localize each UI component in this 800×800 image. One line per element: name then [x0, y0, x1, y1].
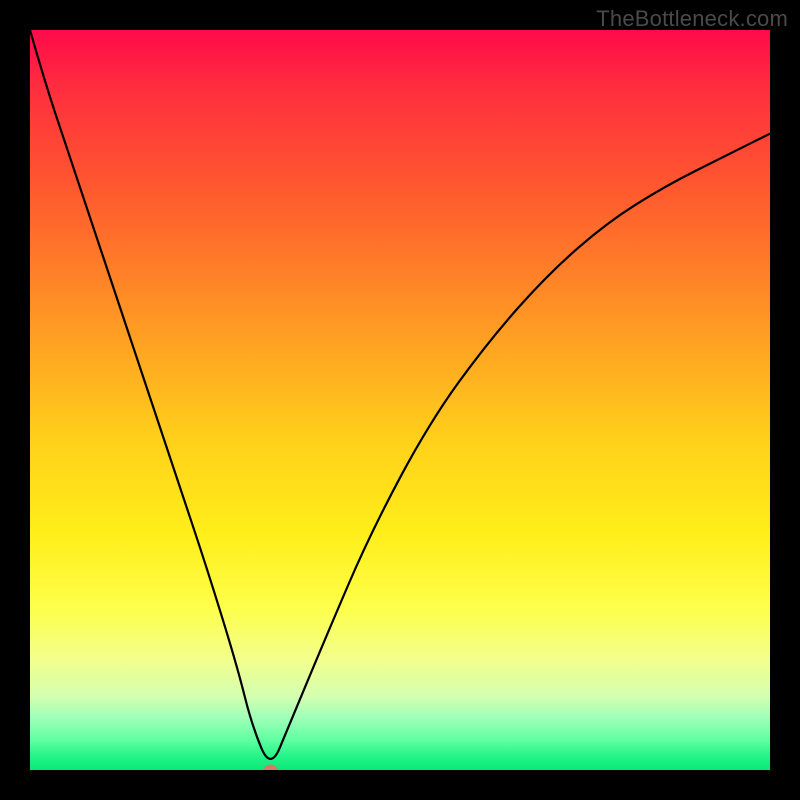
chart-frame — [30, 30, 770, 770]
bottleneck-curve-svg — [30, 30, 770, 770]
optimal-point-marker — [264, 765, 278, 770]
watermark-brand: TheBottleneck.com — [596, 6, 788, 32]
bottleneck-curve-path — [30, 30, 770, 759]
